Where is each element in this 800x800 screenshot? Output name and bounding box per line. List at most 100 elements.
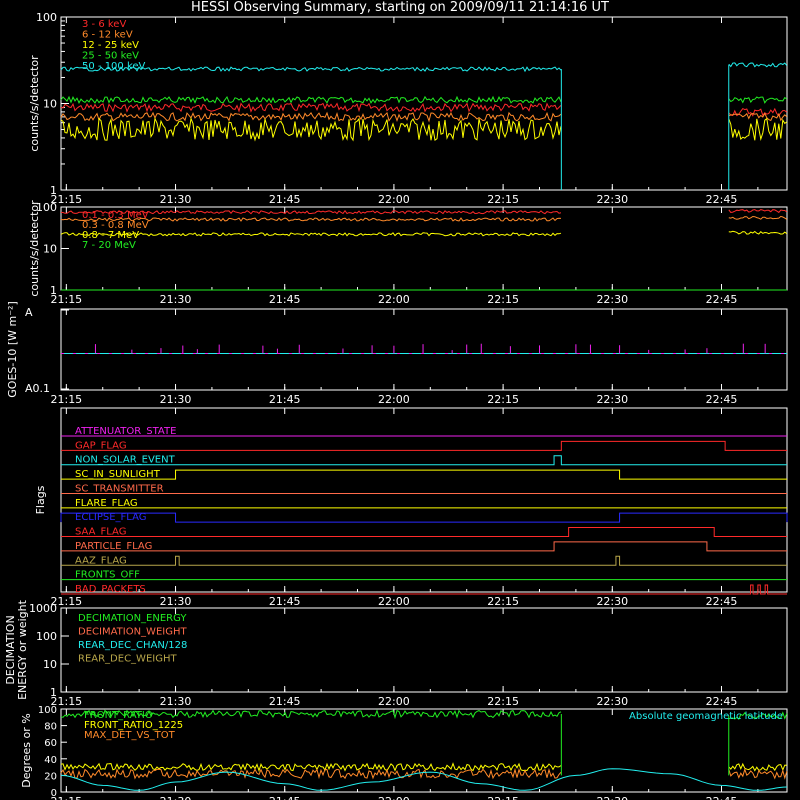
panel4-xtick-label: 21:45 <box>269 595 301 608</box>
panel6-series-line <box>728 767 788 780</box>
panel6-annotation: Absolute geomagnetic latitude <box>629 711 783 722</box>
panel1-series-line <box>60 95 562 104</box>
panel5-xtick-label: 22:30 <box>596 695 628 708</box>
panel5-ytick-label: 10 <box>43 658 57 671</box>
panel5-legend-entry: DECIMATION_WEIGHT <box>78 627 187 638</box>
panel5-xtick-label: 22:45 <box>706 695 738 708</box>
panel4-flag-label: BAD_PACKETS <box>75 584 146 595</box>
panel1-series-line <box>728 96 788 104</box>
panel3-frame <box>60 308 788 391</box>
panel6-ytick-label: 60 <box>44 738 57 749</box>
panel1-series-line <box>60 111 562 123</box>
panel2-legend-entry: 7 - 20 MeV <box>82 240 136 251</box>
panel6-xtick-label: 22:00 <box>378 795 410 800</box>
panel5-legend-entry: REAR_DEC_WEIGHT <box>78 654 177 665</box>
panel4-flag-label: ATTENUATOR_STATE <box>75 426 176 437</box>
panel1-legend-entry: 3 - 6 keV <box>82 19 126 30</box>
panel1-ytick-label: 1 <box>50 184 57 197</box>
panel6-series-line <box>728 762 787 772</box>
panel1-xtick-label: 22:30 <box>596 193 628 206</box>
panel1-ylabel: counts/s/detector <box>28 55 41 152</box>
panel1-xtick-label: 22:15 <box>487 193 519 206</box>
panel2-series-line <box>728 209 788 214</box>
panel6-xtick-label: 21:30 <box>160 795 192 800</box>
panel6-series-line <box>60 762 562 773</box>
panel1-ytick-label: 10 <box>43 98 57 111</box>
panel3-xtick-label: 22:45 <box>706 393 738 406</box>
panel2-series-line <box>728 215 788 220</box>
panel4-flag-label: GAP_FLAG <box>75 440 127 451</box>
panel6-ytick-label: 80 <box>44 722 57 733</box>
panel6-series-line <box>60 767 562 780</box>
panel3-xtick-label: 21:45 <box>269 393 301 406</box>
panel5-ytick-label: 100 <box>36 630 57 643</box>
panel4-flag-line <box>61 584 787 595</box>
panel1-frame <box>60 16 788 191</box>
panel2-xtick-label: 21:45 <box>269 293 301 306</box>
summary-figure: HESSI Observing Summary, starting on 200… <box>0 0 800 800</box>
panel3-xtick-label: 21:15 <box>50 393 82 406</box>
panel1-legend-entry: 12 - 25 keV <box>82 40 139 51</box>
panel3-xtick-label: 22:15 <box>487 393 519 406</box>
panel6-xtick-label: 22:45 <box>706 795 738 800</box>
panel5-xtick-label: 22:00 <box>378 695 410 708</box>
panel2-xtick-label: 21:30 <box>160 293 192 306</box>
panel6-ytick-label: 100 <box>38 705 57 716</box>
panel2-ytick-label: 1 <box>50 284 57 297</box>
panel4-flag-label: SAA_FLAG <box>75 527 126 538</box>
panel6-series-line <box>60 768 788 791</box>
panel4-xtick-label: 22:00 <box>378 595 410 608</box>
panel2-xtick-label: 22:45 <box>706 293 738 306</box>
panel3-ytick-label: A0.1 <box>25 382 50 395</box>
panel5-legend-entry: DECIMATION_ENERGY <box>78 613 187 624</box>
panel4-xtick-label: 21:30 <box>160 595 192 608</box>
panel1-xtick-label: 21:30 <box>160 193 192 206</box>
panel4-flag-label: NON_SOLAR_EVENT <box>75 455 176 466</box>
panel4-xtick-label: 22:30 <box>596 595 628 608</box>
panel4-flag-label: FRONTS_OFF <box>75 570 140 581</box>
panel4-flag-label: PARTICLE_FLAG <box>75 541 152 552</box>
panel4-flag-line <box>61 555 787 566</box>
panel5-ylabel: ENERGY or weight <box>16 599 29 699</box>
panel3-ytick-label: A <box>25 306 33 319</box>
panel4-flag-line <box>61 527 787 538</box>
panel6-xtick-label: 22:30 <box>596 795 628 800</box>
panel2-xtick-label: 22:30 <box>596 293 628 306</box>
panel5-ytick-label: 1000 <box>29 602 57 615</box>
panel4-flag-label: FLARE_FLAG <box>75 498 138 509</box>
panel1-ytick-label: 100 <box>36 11 57 24</box>
panel1-series-line <box>60 116 562 142</box>
panel1-series-line <box>728 117 788 141</box>
panel4-flag-label: SC_IN_SUNLIGHT <box>75 469 161 480</box>
panel3-xtick-label: 22:30 <box>596 393 628 406</box>
chart-canvas: 21:15 21:30 21:45 22:00 22:15 22:30 22:4511010… <box>4 11 788 800</box>
panel6-ylabel: Degrees or % <box>20 713 33 787</box>
panel5-xtick-label: 21:45 <box>269 695 301 708</box>
panel1-series-line <box>728 62 788 68</box>
panel1-legend-entry: 50 - 100 keV <box>82 61 146 72</box>
panel4-flag-line <box>61 541 787 552</box>
panel1-series-line <box>728 112 788 122</box>
panel6-ytick-label: 0 <box>51 788 57 799</box>
panel5-xtick-label: 21:30 <box>160 695 192 708</box>
panel1-xtick-label: 21:45 <box>269 193 301 206</box>
panel6-legend-entry: MAX_DET_VS_TOT <box>84 730 176 741</box>
panel6-xtick-label: 21:45 <box>269 795 301 800</box>
panel4-xtick-label: 22:45 <box>706 595 738 608</box>
panel1-legend-entry: 25 - 50 keV <box>82 51 139 62</box>
panel1-xtick-label: 22:45 <box>706 193 738 206</box>
panel6-ytick-label: 20 <box>44 771 57 782</box>
panel2-xtick-label: 22:00 <box>378 293 410 306</box>
panel3-ylabel: GOES-10 [W m⁻²] <box>6 301 19 397</box>
panel1-legend-entry: 6 - 12 keV <box>82 30 133 41</box>
panel4-flag-line <box>60 512 788 523</box>
panel6-xtick-label: 22:15 <box>487 795 519 800</box>
panel4-xtick-label: 22:15 <box>487 595 519 608</box>
panel1-series-line <box>60 102 562 113</box>
panel2-ytick-label: 10 <box>43 243 57 256</box>
panel1-xtick-label: 22:00 <box>378 193 410 206</box>
panel3-xtick-label: 22:00 <box>378 393 410 406</box>
panel4-flag-line <box>61 469 787 480</box>
panel2-xtick-label: 22:15 <box>487 293 519 306</box>
panel4-flag-label: ECLIPSE_FLAG <box>75 512 146 523</box>
